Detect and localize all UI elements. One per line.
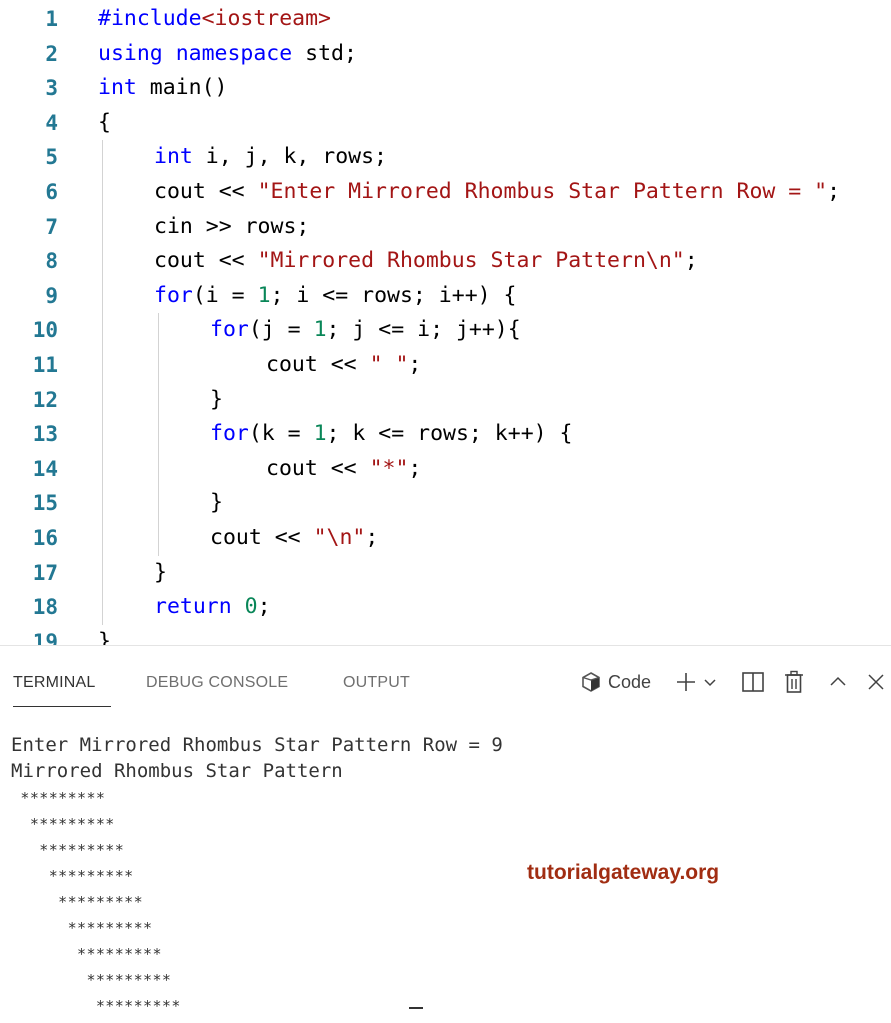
line-number: 10 bbox=[32, 318, 58, 343]
star-row: ********* bbox=[11, 919, 153, 937]
star-row: ********* bbox=[11, 815, 115, 833]
indent-guide bbox=[102, 140, 103, 625]
star-row: ********* bbox=[11, 789, 106, 807]
code-line[interactable]: 17} bbox=[0, 556, 891, 591]
code-line[interactable]: 14 cout << "*"; bbox=[0, 452, 891, 487]
terminal-dropdown-button[interactable] bbox=[703, 668, 717, 696]
code-line[interactable]: 10 for(j = 1; j <= i; j++){ bbox=[0, 313, 891, 348]
code-line[interactable]: 1 #include<iostream> bbox=[0, 2, 891, 37]
code-editor[interactable]: 1 #include<iostream> 2 using namespace std;… bbox=[0, 0, 891, 645]
code-text: { bbox=[98, 109, 111, 135]
code-line[interactable]: 3 int main() bbox=[0, 71, 891, 106]
chevron-up-icon bbox=[830, 676, 846, 686]
trash-icon bbox=[785, 670, 803, 693]
watermark-text: tutorialgateway.org bbox=[527, 861, 720, 884]
code-text: } bbox=[210, 490, 223, 516]
code-line[interactable]: 6 cout << "Enter Mirrored Rhombus Star Pa… bbox=[0, 175, 891, 210]
split-terminal-icon bbox=[742, 672, 764, 692]
tab-terminal[interactable]: TERMINAL bbox=[13, 674, 96, 692]
line-number: 17 bbox=[32, 560, 58, 585]
star-row: ********* bbox=[11, 997, 181, 1015]
line-number: 3 bbox=[45, 76, 58, 101]
code-text: } bbox=[98, 628, 111, 645]
maximize-panel-button[interactable] bbox=[828, 668, 848, 696]
line-number: 12 bbox=[32, 387, 58, 412]
code-line[interactable]: 2 using namespace std; bbox=[0, 37, 891, 72]
bottom-panel: TERMINAL DEBUG CONSOLE OUTPUT Code Enter… bbox=[0, 645, 891, 1023]
code-text: cout << "Mirrored Rhombus Star Pattern\n… bbox=[154, 248, 698, 274]
code-text: for(i = 1; i <= rows; i++) { bbox=[154, 282, 517, 308]
line-number: 16 bbox=[32, 526, 58, 550]
chevron-down-icon bbox=[704, 679, 716, 687]
line-number: 1 bbox=[45, 7, 58, 31]
code-text: cout << "Enter Mirrored Rhombus Star Pat… bbox=[154, 179, 841, 204]
code-text: for(k = 1; k <= rows; k++) { bbox=[210, 421, 573, 447]
line-number: 13 bbox=[32, 422, 58, 447]
code-text: int i, j, k, rows; bbox=[154, 144, 388, 170]
code-line[interactable]: 12} bbox=[0, 383, 891, 418]
line-number: 7 bbox=[45, 214, 58, 239]
code-line[interactable]: 11 cout << " "; bbox=[0, 348, 891, 383]
star-row: ********* bbox=[11, 841, 125, 859]
line-number: 9 bbox=[45, 283, 58, 308]
code-line[interactable]: 15} bbox=[0, 486, 891, 521]
line-number: 2 bbox=[45, 41, 58, 66]
terminal-line: Enter Mirrored Rhombus Star Pattern Row … bbox=[11, 734, 503, 756]
terminal-cursor bbox=[409, 1007, 423, 1009]
code-line[interactable]: 4{ bbox=[0, 106, 891, 141]
code-text: int main() bbox=[98, 75, 228, 101]
shell-label: Code bbox=[608, 671, 652, 692]
code-text: cout << "\n"; bbox=[210, 525, 379, 550]
star-row: ********* bbox=[11, 867, 134, 885]
shell-cube-icon bbox=[582, 672, 600, 692]
line-number: 6 bbox=[45, 180, 58, 204]
code-line[interactable]: 18 return 0; bbox=[0, 590, 891, 625]
line-number: 5 bbox=[45, 145, 58, 170]
code-line[interactable]: 9 for(i = 1; i <= rows; i++) { bbox=[0, 279, 891, 314]
code-line[interactable]: 7 cin >> rows; bbox=[0, 210, 891, 245]
new-terminal-button[interactable] bbox=[675, 668, 697, 696]
close-panel-button[interactable] bbox=[866, 668, 886, 696]
terminal-shell-selector[interactable]: Code bbox=[580, 668, 651, 696]
code-text: using namespace std; bbox=[98, 40, 357, 66]
code-text: return 0; bbox=[154, 594, 271, 620]
star-row: ********* bbox=[11, 971, 172, 989]
code-text: cout << " "; bbox=[266, 352, 422, 377]
code-line[interactable]: 16 cout << "\n"; bbox=[0, 521, 891, 556]
code-line[interactable]: 13 for(k = 1; k <= rows; k++) { bbox=[0, 417, 891, 452]
indent-guide bbox=[158, 313, 159, 556]
terminal-line: Mirrored Rhombus Star Pattern bbox=[11, 760, 343, 782]
line-number: 15 bbox=[32, 491, 58, 516]
code-line[interactable]: 5 int i, j, k, rows; bbox=[0, 140, 891, 175]
line-number: 14 bbox=[32, 456, 58, 481]
code-text: cin >> rows; bbox=[154, 213, 310, 239]
active-tab-indicator bbox=[13, 706, 111, 707]
code-line[interactable]: 19} bbox=[0, 625, 891, 645]
code-line[interactable]: 8 cout << "Mirrored Rhombus Star Pattern\… bbox=[0, 244, 891, 279]
close-icon bbox=[868, 674, 884, 690]
code-text: cout << "*"; bbox=[266, 455, 422, 481]
line-number: 18 bbox=[32, 595, 58, 620]
kill-terminal-button[interactable] bbox=[783, 668, 805, 696]
star-row: ********* bbox=[11, 945, 162, 963]
line-number: 4 bbox=[45, 110, 58, 135]
tab-debug-console[interactable]: DEBUG CONSOLE bbox=[146, 674, 288, 692]
star-row: ********* bbox=[11, 893, 144, 911]
code-text: for(j = 1; j <= i; j++){ bbox=[210, 317, 521, 343]
line-number: 19 bbox=[32, 629, 58, 645]
line-number: 11 bbox=[32, 353, 58, 377]
line-number: 8 bbox=[45, 249, 58, 274]
plus-icon bbox=[677, 673, 695, 691]
code-text: #include<iostream> bbox=[98, 6, 332, 31]
code-text: } bbox=[154, 559, 167, 585]
code-text: } bbox=[210, 386, 223, 412]
split-terminal-button[interactable] bbox=[741, 668, 765, 696]
tab-output[interactable]: OUTPUT bbox=[343, 674, 410, 692]
